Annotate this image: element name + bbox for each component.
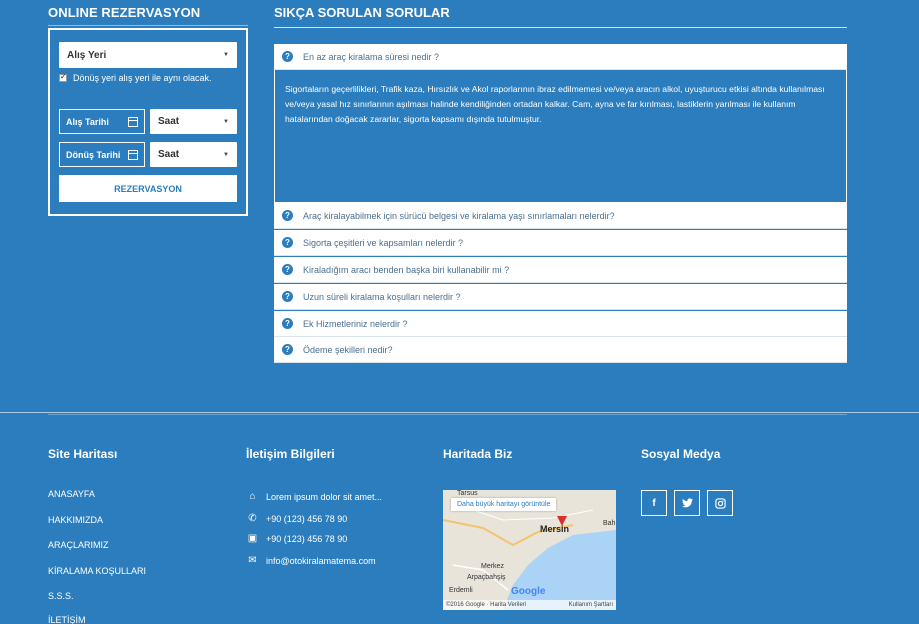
pickup-location-value: Alış Yeri — [67, 49, 107, 61]
footer-divider — [0, 412, 919, 413]
contact-address: ⌂ Lorem ipsum dolor sit amet... — [246, 491, 382, 502]
contact-email[interactable]: ✉ info@otokiralamatema.com — [246, 555, 376, 566]
phone-icon: ✆ — [248, 513, 257, 524]
faq-question[interactable]: ? Kiraladığım aracı benden başka biri ku… — [274, 257, 847, 283]
faq-question[interactable]: ? Araç kiralayabilmek için sürücü belges… — [274, 203, 847, 229]
social-title: Sosyal Medya — [641, 447, 721, 461]
sitemap-link-faq[interactable]: S.S.S. — [48, 591, 74, 601]
faq-question-text: Uzun süreli kiralama koşulları nelerdir … — [303, 291, 461, 302]
sitemap-link-home[interactable]: ANASAYFA — [48, 489, 95, 499]
facebook-icon: f — [652, 497, 656, 509]
contact-title: İletişim Bilgileri — [246, 447, 335, 461]
map-label-district: Merkez — [481, 563, 504, 570]
pickup-time-select[interactable]: Saat ▼ — [150, 109, 237, 134]
faq-question-text: Kiraladığım aracı benden başka biri kull… — [303, 264, 510, 275]
reservation-button[interactable]: REZERVASYON — [59, 175, 237, 202]
contact-phone: ✆ +90 (123) 456 78 90 — [246, 513, 347, 524]
question-circle-icon: ? — [282, 264, 293, 275]
chevron-down-icon: ▼ — [223, 151, 229, 158]
instagram-icon — [714, 497, 726, 509]
faq-question-text: Araç kiralayabilmek için sürücü belgesi … — [303, 210, 615, 221]
faq-question-text: Ek Hizmetleriniz nelerdir ? — [303, 318, 408, 329]
twitter-icon — [681, 498, 693, 508]
calendar-icon — [128, 116, 138, 127]
map-label-city: Mersin — [540, 524, 570, 534]
contact-fax: ▣ +90 (123) 456 78 90 — [246, 533, 348, 544]
contact-email-text[interactable]: info@otokiralamatema.com — [266, 556, 376, 566]
faq-question-text: Sigorta çeşitleri ve kapsamları nelerdir… — [303, 237, 464, 248]
question-circle-icon: ? — [282, 210, 293, 221]
map-label-bah: Bah — [603, 520, 616, 527]
sitemap-link-contact[interactable]: İLETİŞİM — [48, 615, 86, 624]
faq-answer: Sigortaların geçerlilikleri, Trafik kaza… — [274, 70, 847, 203]
return-date-label: Dönüş Tarihi — [66, 149, 121, 160]
map-view-larger-link[interactable]: Daha büyük haritayı görüntüle — [451, 498, 557, 511]
return-time-value: Saat — [158, 149, 180, 160]
sitemap-link-about[interactable]: HAKKIMIZDA — [48, 515, 103, 525]
calendar-icon — [128, 149, 138, 160]
faq-question[interactable]: ? En az araç kiralama süresi nedir ? — [274, 44, 847, 70]
return-date-field[interactable]: Dönüş Tarihi — [59, 142, 145, 167]
reservation-title-divider — [48, 25, 248, 26]
map-label-tarsus: Tarsus — [457, 490, 478, 497]
map-copyright: ©2016 Google · Harita Verileri — [446, 602, 527, 608]
faq-title: SIKÇA SORULAN SORULAR — [274, 5, 450, 20]
chevron-down-icon: ▼ — [223, 118, 229, 125]
sitemap-link-rental-terms[interactable]: KİRALAMA KOŞULLARI — [48, 566, 146, 576]
map-title: Haritada Biz — [443, 447, 513, 461]
map-label-arpacbahsis: Arpaçbahşiş — [467, 574, 506, 581]
chevron-down-icon: ▼ — [223, 52, 229, 58]
faq-question[interactable]: ? Ödeme şekilleri nedir? — [274, 337, 847, 363]
pickup-date-field[interactable]: Alış Tarihi — [59, 109, 145, 134]
contact-fax-text: +90 (123) 456 78 90 — [266, 533, 348, 544]
map-attribution: ©2016 Google · Harita Verileri Kullanım … — [443, 600, 616, 610]
question-circle-icon: ? — [282, 51, 293, 62]
return-time-select[interactable]: Saat ▼ — [150, 142, 237, 167]
contact-phone-text: +90 (123) 456 78 90 — [266, 513, 348, 524]
google-logo: Google — [511, 586, 546, 597]
question-circle-icon: ? — [282, 344, 293, 355]
faq-question[interactable]: ? Uzun süreli kiralama koşulları nelerdi… — [274, 284, 847, 310]
instagram-button[interactable] — [707, 490, 733, 516]
pickup-time-value: Saat — [158, 116, 180, 127]
question-circle-icon: ? — [282, 291, 293, 302]
faq-question-text: En az araç kiralama süresi nedir ? — [303, 51, 440, 62]
faq-title-divider — [274, 27, 847, 28]
home-icon: ⌂ — [249, 491, 256, 502]
fax-icon: ▣ — [247, 533, 258, 544]
twitter-button[interactable] — [674, 490, 700, 516]
location-map[interactable]: Daha büyük haritayı görüntüle Tarsus Bah… — [443, 490, 616, 610]
sitemap-title: Site Haritası — [48, 447, 118, 461]
map-label-erdemli: Erdemli — [449, 587, 473, 594]
faq-question[interactable]: ? Ek Hizmetleriniz nelerdir ? — [274, 311, 847, 337]
sitemap-link-vehicles[interactable]: ARAÇLARIMIZ — [48, 540, 109, 550]
contact-address-text: Lorem ipsum dolor sit amet... — [266, 491, 383, 502]
pickup-date-label: Alış Tarihi — [66, 116, 109, 127]
envelope-icon: ✉ — [248, 555, 257, 566]
footer-divider-inner — [48, 414, 847, 415]
faq-question[interactable]: ? Sigorta çeşitleri ve kapsamları nelerd… — [274, 230, 847, 256]
question-circle-icon: ? — [282, 237, 293, 248]
reservation-title: ONLINE REZERVASYON — [48, 5, 201, 20]
same-location-label: Dönüş yeri alış yeri ile aynı olacak. — [73, 73, 212, 83]
same-location-option[interactable]: Dönüş yeri alış yeri ile aynı olacak. — [59, 72, 212, 83]
pickup-location-select[interactable]: Alış Yeri ▼ — [59, 42, 237, 68]
facebook-button[interactable]: f — [641, 490, 667, 516]
map-terms-link[interactable]: Kullanım Şartları — [569, 602, 613, 608]
question-circle-icon: ? — [282, 318, 293, 329]
same-location-checkbox[interactable] — [59, 72, 67, 82]
faq-question-text: Ödeme şekilleri nedir? — [303, 344, 393, 355]
